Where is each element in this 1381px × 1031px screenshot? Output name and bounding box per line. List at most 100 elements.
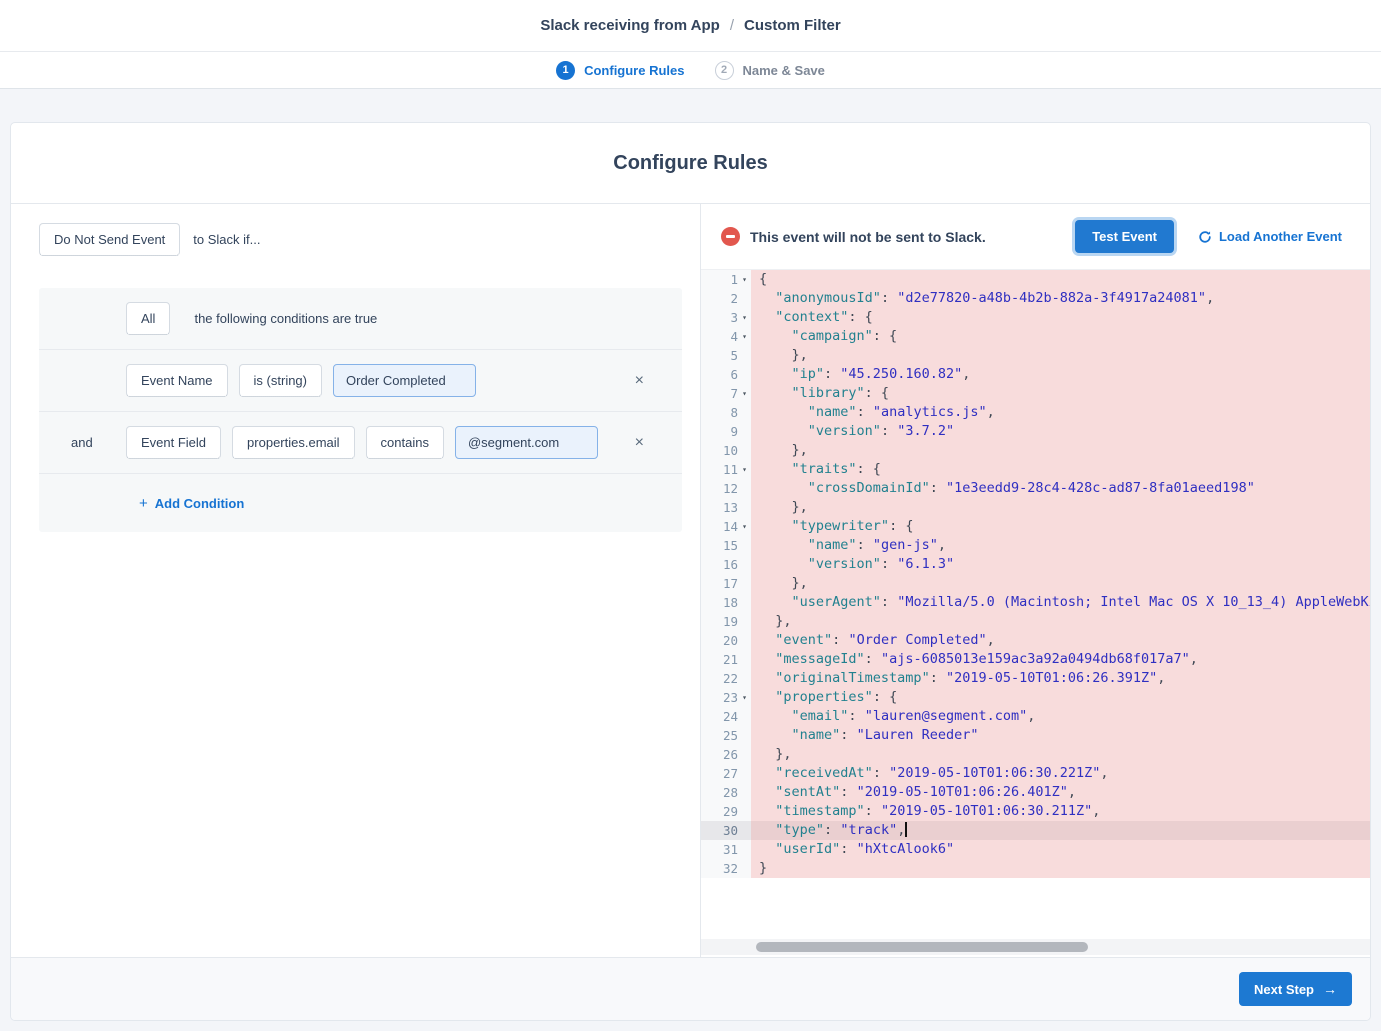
condition-value-input[interactable] — [454, 426, 598, 459]
condition-value-input[interactable] — [333, 364, 476, 397]
code-line[interactable]: 15 "name": "gen-js", — [701, 536, 1370, 555]
breadcrumb: Slack receiving from App / Custom Filter — [540, 17, 840, 34]
test-event-button[interactable]: Test Event — [1075, 220, 1174, 253]
refresh-icon — [1199, 230, 1211, 243]
editor-empty-area[interactable] — [701, 878, 1370, 939]
line-number-gutter: 21 — [701, 650, 751, 669]
fold-toggle-icon[interactable]: ▾ — [738, 308, 751, 327]
line-number-gutter: 3 ▾ — [701, 308, 751, 327]
condition-operator-select[interactable]: contains — [365, 426, 444, 459]
code-line[interactable]: 18 "userAgent": "Mozilla/5.0 (Macintosh;… — [701, 593, 1370, 612]
remove-condition-icon[interactable]: × — [635, 434, 644, 451]
top-header-bar: Slack receiving from App / Custom Filter — [0, 0, 1381, 52]
add-condition-row: + Add Condition — [39, 474, 682, 532]
code-line[interactable]: 31 "userId": "hXtcAlook6" — [701, 840, 1370, 859]
code-line[interactable]: 22 "originalTimestamp": "2019-05-10T01:0… — [701, 669, 1370, 688]
code-line[interactable]: 6 "ip": "45.250.160.82", — [701, 365, 1370, 384]
line-number-gutter: 27 — [701, 764, 751, 783]
add-condition-button[interactable]: + Add Condition — [139, 495, 244, 512]
condition-type-select[interactable]: Event Field — [126, 426, 222, 459]
json-code-editor[interactable]: 1 ▾{2 "anonymousId": "d2e77820-a48b-4b2b-… — [701, 269, 1370, 957]
next-step-label: Next Step — [1254, 981, 1314, 997]
code-line[interactable]: 28 "sentAt": "2019-05-10T01:06:26.401Z", — [701, 783, 1370, 802]
operator-suffix-text: the following conditions are true — [194, 311, 378, 326]
test-result-message: This event will not be sent to Slack. — [750, 228, 986, 245]
remove-condition-icon[interactable]: × — [635, 372, 644, 389]
code-line[interactable]: 10 }, — [701, 441, 1370, 460]
line-number-gutter: 30 — [701, 821, 751, 840]
code-line[interactable]: 4 ▾ "campaign": { — [701, 327, 1370, 346]
condition-row: and Event Field properties.email contain… — [39, 412, 682, 474]
scrollbar-thumb[interactable] — [756, 942, 1088, 952]
code-line[interactable]: 5 }, — [701, 346, 1370, 365]
plus-icon: + — [139, 494, 148, 512]
code-line[interactable]: 29 "timestamp": "2019-05-10T01:06:30.211… — [701, 802, 1370, 821]
text-cursor — [905, 821, 907, 837]
line-number-gutter: 24 — [701, 707, 751, 726]
code-line[interactable]: 9 "version": "3.7.2" — [701, 422, 1370, 441]
code-line[interactable]: 23 ▾ "properties": { — [701, 688, 1370, 707]
event-preview-panel: This event will not be sent to Slack. Te… — [701, 204, 1370, 957]
step-1-label: Configure Rules — [584, 62, 685, 78]
code-line[interactable]: 30 "type": "track", — [701, 821, 1370, 840]
code-line[interactable]: 17 }, — [701, 574, 1370, 593]
condition-type-select[interactable]: Event Name — [126, 364, 228, 397]
code-line[interactable]: 27 "receivedAt": "2019-05-10T01:06:30.22… — [701, 764, 1370, 783]
code-line[interactable]: 16 "version": "6.1.3" — [701, 555, 1370, 574]
filter-action-select[interactable]: Do Not Send Event — [39, 223, 181, 256]
step-configure-rules[interactable]: 1 Configure Rules — [556, 60, 685, 80]
code-line[interactable]: 24 "email": "lauren@segment.com", — [701, 707, 1370, 726]
fold-toggle-icon[interactable]: ▾ — [738, 327, 751, 346]
code-line[interactable]: 7 ▾ "library": { — [701, 384, 1370, 403]
line-number-gutter: 23 ▾ — [701, 688, 751, 707]
line-number-gutter: 26 — [701, 745, 751, 764]
code-line[interactable]: 3 ▾ "context": { — [701, 308, 1370, 327]
condition-row: Event Name is (string) × — [39, 350, 682, 412]
test-result-bar: This event will not be sent to Slack. Te… — [701, 204, 1370, 269]
breadcrumb-source[interactable]: Slack receiving from App — [540, 17, 720, 34]
fold-toggle-icon[interactable]: ▾ — [738, 517, 751, 536]
fold-toggle-icon[interactable]: ▾ — [738, 384, 751, 403]
filter-builder-panel: Do Not Send Event to Slack if... All the… — [11, 204, 701, 957]
add-condition-label: Add Condition — [154, 495, 245, 511]
condition-field-select[interactable]: properties.email — [232, 426, 355, 459]
next-step-button[interactable]: Next Step → — [1239, 972, 1352, 1006]
code-line[interactable]: 13 }, — [701, 498, 1370, 517]
line-number-gutter: 13 — [701, 498, 751, 517]
card-footer: Next Step → — [11, 957, 1370, 1020]
code-line[interactable]: 11 ▾ "traits": { — [701, 460, 1370, 479]
code-line[interactable]: 19 }, — [701, 612, 1370, 631]
operator-row: All the following conditions are true — [39, 288, 682, 350]
fold-toggle-icon[interactable]: ▾ — [738, 460, 751, 479]
code-line[interactable]: 20 "event": "Order Completed", — [701, 631, 1370, 650]
line-number-gutter: 29 — [701, 802, 751, 821]
line-number-gutter: 14 ▾ — [701, 517, 751, 536]
line-number-gutter: 4 ▾ — [701, 327, 751, 346]
page-background: Configure Rules Do Not Send Event to Sla… — [0, 89, 1381, 1031]
code-line[interactable]: 21 "messageId": "ajs-6085013e159ac3a92a0… — [701, 650, 1370, 669]
line-number-gutter: 20 — [701, 631, 751, 650]
code-line[interactable]: 26 }, — [701, 745, 1370, 764]
code-line[interactable]: 12 "crossDomainId": "1e3eedd9-28c4-428c-… — [701, 479, 1370, 498]
arrow-right-icon: → — [1323, 981, 1337, 997]
code-line[interactable]: 2 "anonymousId": "d2e77820-a48b-4b2b-882… — [701, 289, 1370, 308]
line-number-gutter: 8 — [701, 403, 751, 422]
line-number-gutter: 9 — [701, 422, 751, 441]
configure-rules-card: Configure Rules Do Not Send Event to Sla… — [10, 122, 1371, 1021]
code-line[interactable]: 1 ▾{ — [701, 270, 1370, 289]
step-name-save[interactable]: 2 Name & Save — [714, 60, 825, 80]
line-number-gutter: 6 — [701, 365, 751, 384]
code-line[interactable]: 8 "name": "analytics.js", — [701, 403, 1370, 422]
operator-select[interactable]: All — [126, 302, 171, 335]
code-line[interactable]: 25 "name": "Lauren Reeder" — [701, 726, 1370, 745]
fold-toggle-icon[interactable]: ▾ — [738, 688, 751, 707]
load-another-event-link[interactable]: Load Another Event — [1198, 229, 1342, 244]
fold-toggle-icon[interactable]: ▾ — [738, 270, 751, 289]
line-number-gutter: 32 — [701, 859, 751, 878]
code-line[interactable]: 32} — [701, 859, 1370, 878]
line-number-gutter: 18 — [701, 593, 751, 612]
step-2-badge: 2 — [714, 60, 734, 80]
code-line[interactable]: 14 ▾ "typewriter": { — [701, 517, 1370, 536]
condition-operator-select[interactable]: is (string) — [238, 364, 322, 397]
line-number-gutter: 19 — [701, 612, 751, 631]
